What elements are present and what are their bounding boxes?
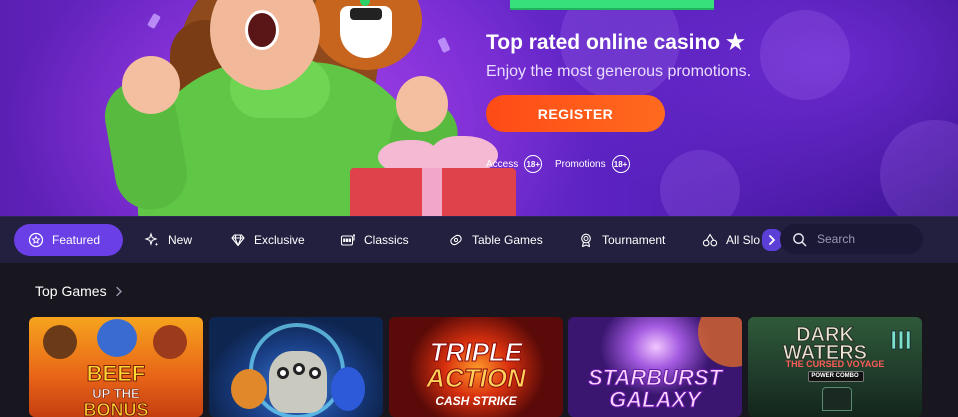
mascot-bowtie [350,8,382,20]
bull-character [153,325,187,359]
monster-eye [293,363,305,375]
illustration-mouth [245,10,279,50]
top-games-header[interactable]: Top Games [35,283,123,299]
star-circle-icon [28,232,44,248]
category-label: Tournament [602,233,666,247]
ship-silhouette [822,387,852,411]
category-classics[interactable]: Classics [326,224,423,256]
bull-character [43,325,77,359]
promo-ribbon [510,0,714,10]
bull-character [97,319,137,357]
category-label: Featured [52,233,101,247]
game-title: TRIPLE [429,337,523,367]
age-restriction-badge: 18+ [611,155,630,173]
game-card[interactable]: DARK WATERS III THE CURSED VOYAGE POWER … [748,317,922,417]
category-label: New [168,233,193,247]
cherries-icon [702,233,718,247]
game-title: GALAXY [609,387,702,412]
hero-banner: Top rated online casino ★ Enjoy the most… [0,0,958,216]
game-title: CASH STRIKE [435,394,517,408]
hero-subtitle: Enjoy the most generous promotions. [486,63,752,80]
register-button[interactable]: REGISTER [486,95,665,132]
promotions-link-label: Promotions [555,158,606,170]
category-label: Exclusive [254,233,305,247]
monster-character [331,367,365,411]
planet-decoration [698,317,742,367]
monster-character [231,369,267,409]
search-bar[interactable] [780,224,923,254]
game-subtitle: THE CURSED VOYAGE [785,359,885,369]
game-card[interactable]: TRIPLE ACTION CASH STRIKE [389,317,563,417]
game-title: BONUS [83,400,149,417]
access-link[interactable]: Access 18+ [486,155,543,173]
slot-machine-icon [340,234,355,246]
top-games-row: BEEF UP THE BONUS TRIPLE ACTION CASH STR… [29,317,929,417]
bokeh-light [760,10,850,100]
game-title: UP THE [92,386,140,401]
hero-title: Top rated online casino ★ [486,31,745,54]
game-title-numeral: III [890,325,912,355]
game-card[interactable]: BEEF UP THE BONUS [29,317,203,417]
category-tournament[interactable]: Tournament [564,224,679,256]
category-exclusive[interactable]: Exclusive [216,224,319,256]
illustration-fist [122,56,180,114]
category-table-games[interactable]: Table Games [434,224,557,256]
game-card[interactable]: STARBURST GALAXY [568,317,742,417]
age-restriction-badge: 18+ [524,155,543,173]
bokeh-light [660,150,740,216]
game-badge-text: POWER COMBO [811,373,859,379]
game-title: STARBURST [587,365,723,390]
game-title: BEEF [86,361,146,386]
game-title: ACTION [426,363,527,393]
hero-illustration [60,0,516,216]
illustration-fist [396,76,448,132]
chip-icon [450,234,462,246]
game-card[interactable] [209,317,383,417]
sparkle-icon [144,232,159,247]
diamond-icon [231,234,245,247]
bokeh-light [880,120,958,216]
monster-eye [277,367,289,379]
gift-ribbon [422,168,442,216]
category-scroll-right-button[interactable] [762,229,782,251]
monster-eye [309,367,321,379]
chevron-right-icon [115,286,122,296]
chevron-right-icon [769,235,775,245]
category-label: Table Games [472,233,543,247]
access-link-label: Access [486,158,519,170]
category-label: Classics [364,233,409,247]
category-new[interactable]: New [130,224,206,256]
category-label: All Slo [726,233,761,247]
search-input[interactable] [817,232,917,246]
search-icon [793,232,807,246]
monster-character [269,351,327,413]
promotions-link[interactable]: Promotions 18+ [555,155,630,173]
medal-icon [581,233,591,248]
section-title: Top Games [35,283,107,299]
category-featured[interactable]: Featured [14,224,123,256]
